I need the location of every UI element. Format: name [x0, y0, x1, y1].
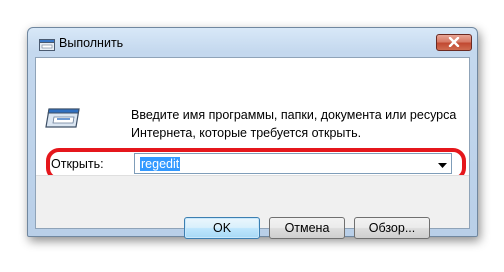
run-dialog-window: Выполнить Введите имя программы, папки, … [27, 27, 478, 239]
open-label: Открыть: [51, 157, 104, 171]
dialog-description: Введите имя программы, папки, документа … [131, 106, 461, 142]
open-input-value[interactable]: regedit [140, 157, 181, 171]
dropdown-button[interactable] [434, 154, 451, 173]
ok-button[interactable]: OK [184, 217, 260, 239]
open-combobox[interactable]: regedit [134, 153, 452, 174]
description-line-1: Введите имя программы, папки, документа … [131, 108, 457, 122]
close-button[interactable] [436, 34, 472, 51]
browse-button[interactable]: Обзор... [354, 217, 430, 239]
cancel-button[interactable]: Отмена [269, 217, 345, 239]
run-icon [39, 38, 55, 51]
dialog-body: Введите имя программы, папки, документа … [35, 57, 470, 239]
description-line-2: Интернета, которые требуется открыть. [131, 126, 362, 140]
chevron-down-icon [438, 155, 447, 173]
title-bar[interactable]: Выполнить [28, 28, 477, 58]
run-program-icon [45, 105, 83, 131]
window-title: Выполнить [59, 36, 124, 50]
close-icon [448, 34, 460, 52]
